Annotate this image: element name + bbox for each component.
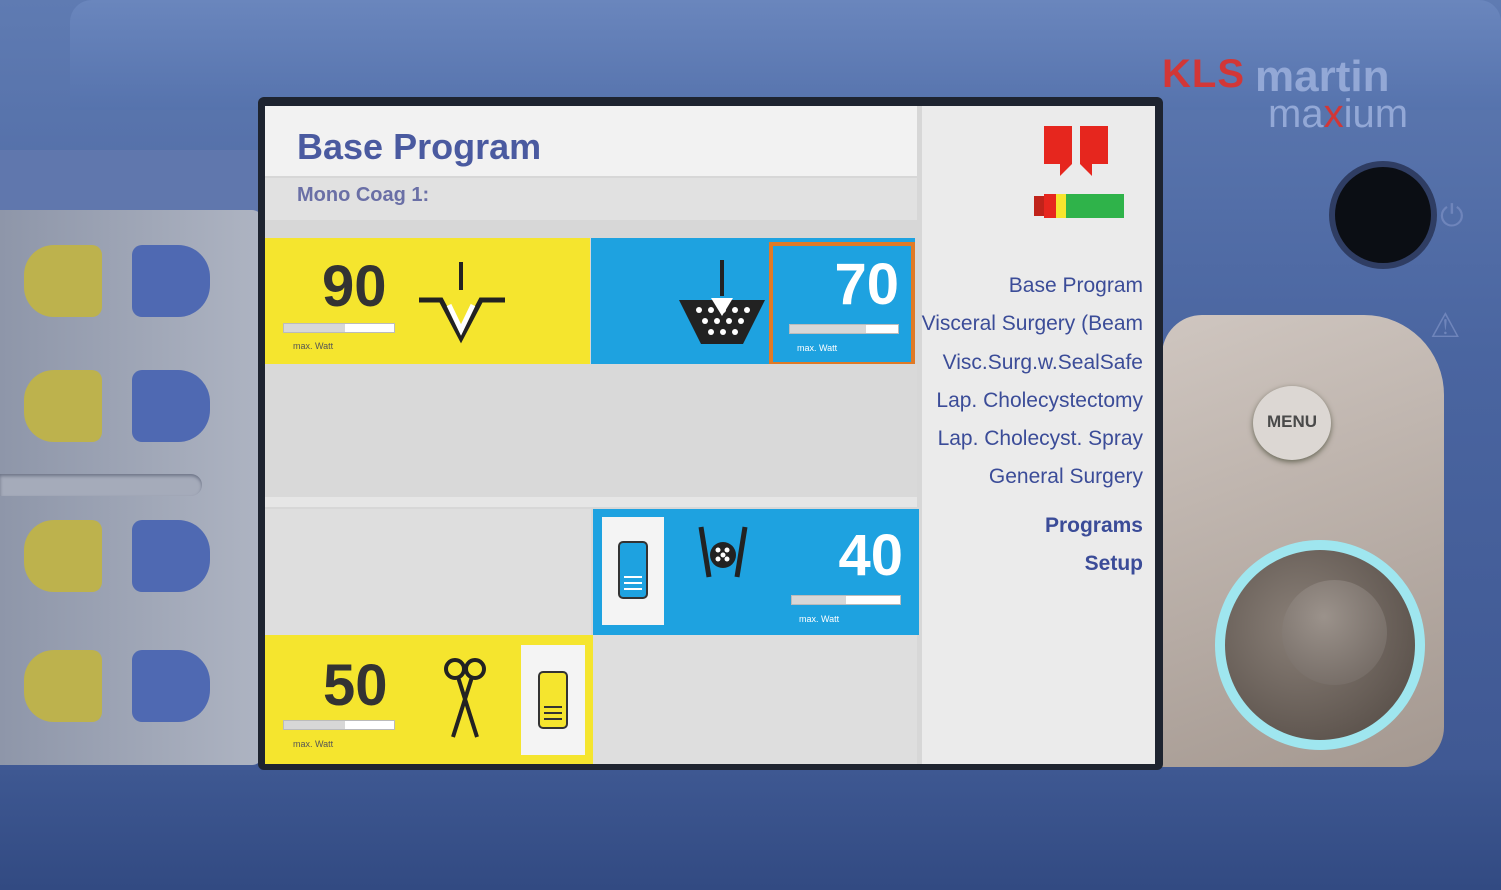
coag-waveform-icon (419, 262, 505, 344)
channel-top-blue[interactable]: 70 max. Watt (591, 238, 915, 366)
power-bar (789, 324, 899, 334)
program-item-base[interactable]: Base Program (1009, 274, 1143, 298)
scissors-icon (444, 658, 486, 738)
selected-value-box[interactable]: 70 max. Watt (769, 242, 915, 366)
yellow-pedal-button-4[interactable] (24, 650, 102, 722)
knob-cap[interactable] (1282, 580, 1387, 685)
channel-divider (265, 497, 917, 507)
menu-button-label: MENU (1266, 412, 1318, 431)
empty-channel-slot (593, 635, 917, 764)
power-bar-fill (792, 596, 846, 604)
brand-kls: KLS (1162, 52, 1245, 96)
mode-subtitle: Mono Coag 1: (297, 184, 430, 206)
program-item-lap-cholecyst-spray[interactable]: Lap. Cholecyst. Spray (938, 427, 1143, 451)
power-bar-fill (284, 324, 345, 332)
neutral-electrode-icon (1044, 126, 1108, 176)
yellow-pedal-button-3[interactable] (24, 520, 102, 592)
program-sidebar: Base Program Visceral Surgery (Beam Visc… (922, 106, 1155, 764)
yellow-pedal-button-2[interactable] (24, 370, 102, 442)
program-item-visceral-beam[interactable]: Visceral Surgery (Beam (922, 312, 1143, 336)
program-item-lap-cholecystectomy[interactable]: Lap. Cholecystectomy (936, 389, 1143, 413)
channel-bottom-blue[interactable]: 40 max. Watt (593, 509, 919, 635)
display-screen: Base Program Mono Coag 1: 90 max. Watt 7… (265, 106, 1155, 764)
channel-top-yellow[interactable]: 90 max. Watt (265, 238, 590, 364)
program-item-visc-sealsafe[interactable]: Visc.Surg.w.SealSafe (943, 351, 1143, 375)
left-panel-top (0, 150, 262, 212)
max-watt-label: max. Watt (293, 739, 334, 749)
setup-link[interactable]: Setup (1085, 552, 1143, 576)
channel-value: 70 (834, 252, 899, 317)
blue-handpiece-icon (618, 541, 648, 599)
program-item-general-surgery[interactable]: General Surgery (989, 465, 1143, 489)
blue-pedal-button-1[interactable] (132, 245, 210, 317)
power-bar (283, 720, 395, 730)
max-watt-label: max. Watt (293, 341, 334, 351)
contact-quality-icon (1034, 194, 1124, 218)
bipolar-coag-icon (698, 526, 748, 578)
power-bar-fill (790, 325, 866, 333)
power-button[interactable] (1335, 167, 1431, 263)
max-watt-label: max. Watt (799, 614, 840, 624)
channel-bottom-yellow[interactable]: 50 max. Watt (265, 635, 593, 764)
page-title: Base Program (297, 126, 542, 167)
channel-value: 40 (838, 523, 903, 588)
handpiece-slot (521, 645, 585, 755)
blue-pedal-button-3[interactable] (132, 520, 210, 592)
power-bar (791, 595, 901, 605)
socket-slot (0, 474, 202, 496)
max-watt-label: max. Watt (797, 343, 838, 353)
empty-channel-slot (265, 509, 591, 635)
yellow-pedal-button-1[interactable] (24, 245, 102, 317)
coag-spray-icon (679, 260, 765, 344)
warning-icon: ⚠ (1430, 307, 1461, 345)
power-bar-fill (284, 721, 345, 729)
channel-value: 50 (323, 653, 388, 718)
device-bottom-panel (0, 770, 1501, 890)
handpiece-slot (602, 517, 664, 625)
yellow-handpiece-icon (538, 671, 568, 729)
power-icon: ⏻ (1440, 200, 1464, 233)
power-bar (283, 323, 395, 333)
channel-value: 90 (322, 254, 387, 319)
blue-pedal-button-2[interactable] (132, 370, 210, 442)
blue-pedal-button-4[interactable] (132, 650, 210, 722)
brand-maxium: maxium (1268, 92, 1409, 136)
empty-channel-area (265, 364, 917, 497)
programs-link[interactable]: Programs (1045, 514, 1143, 538)
